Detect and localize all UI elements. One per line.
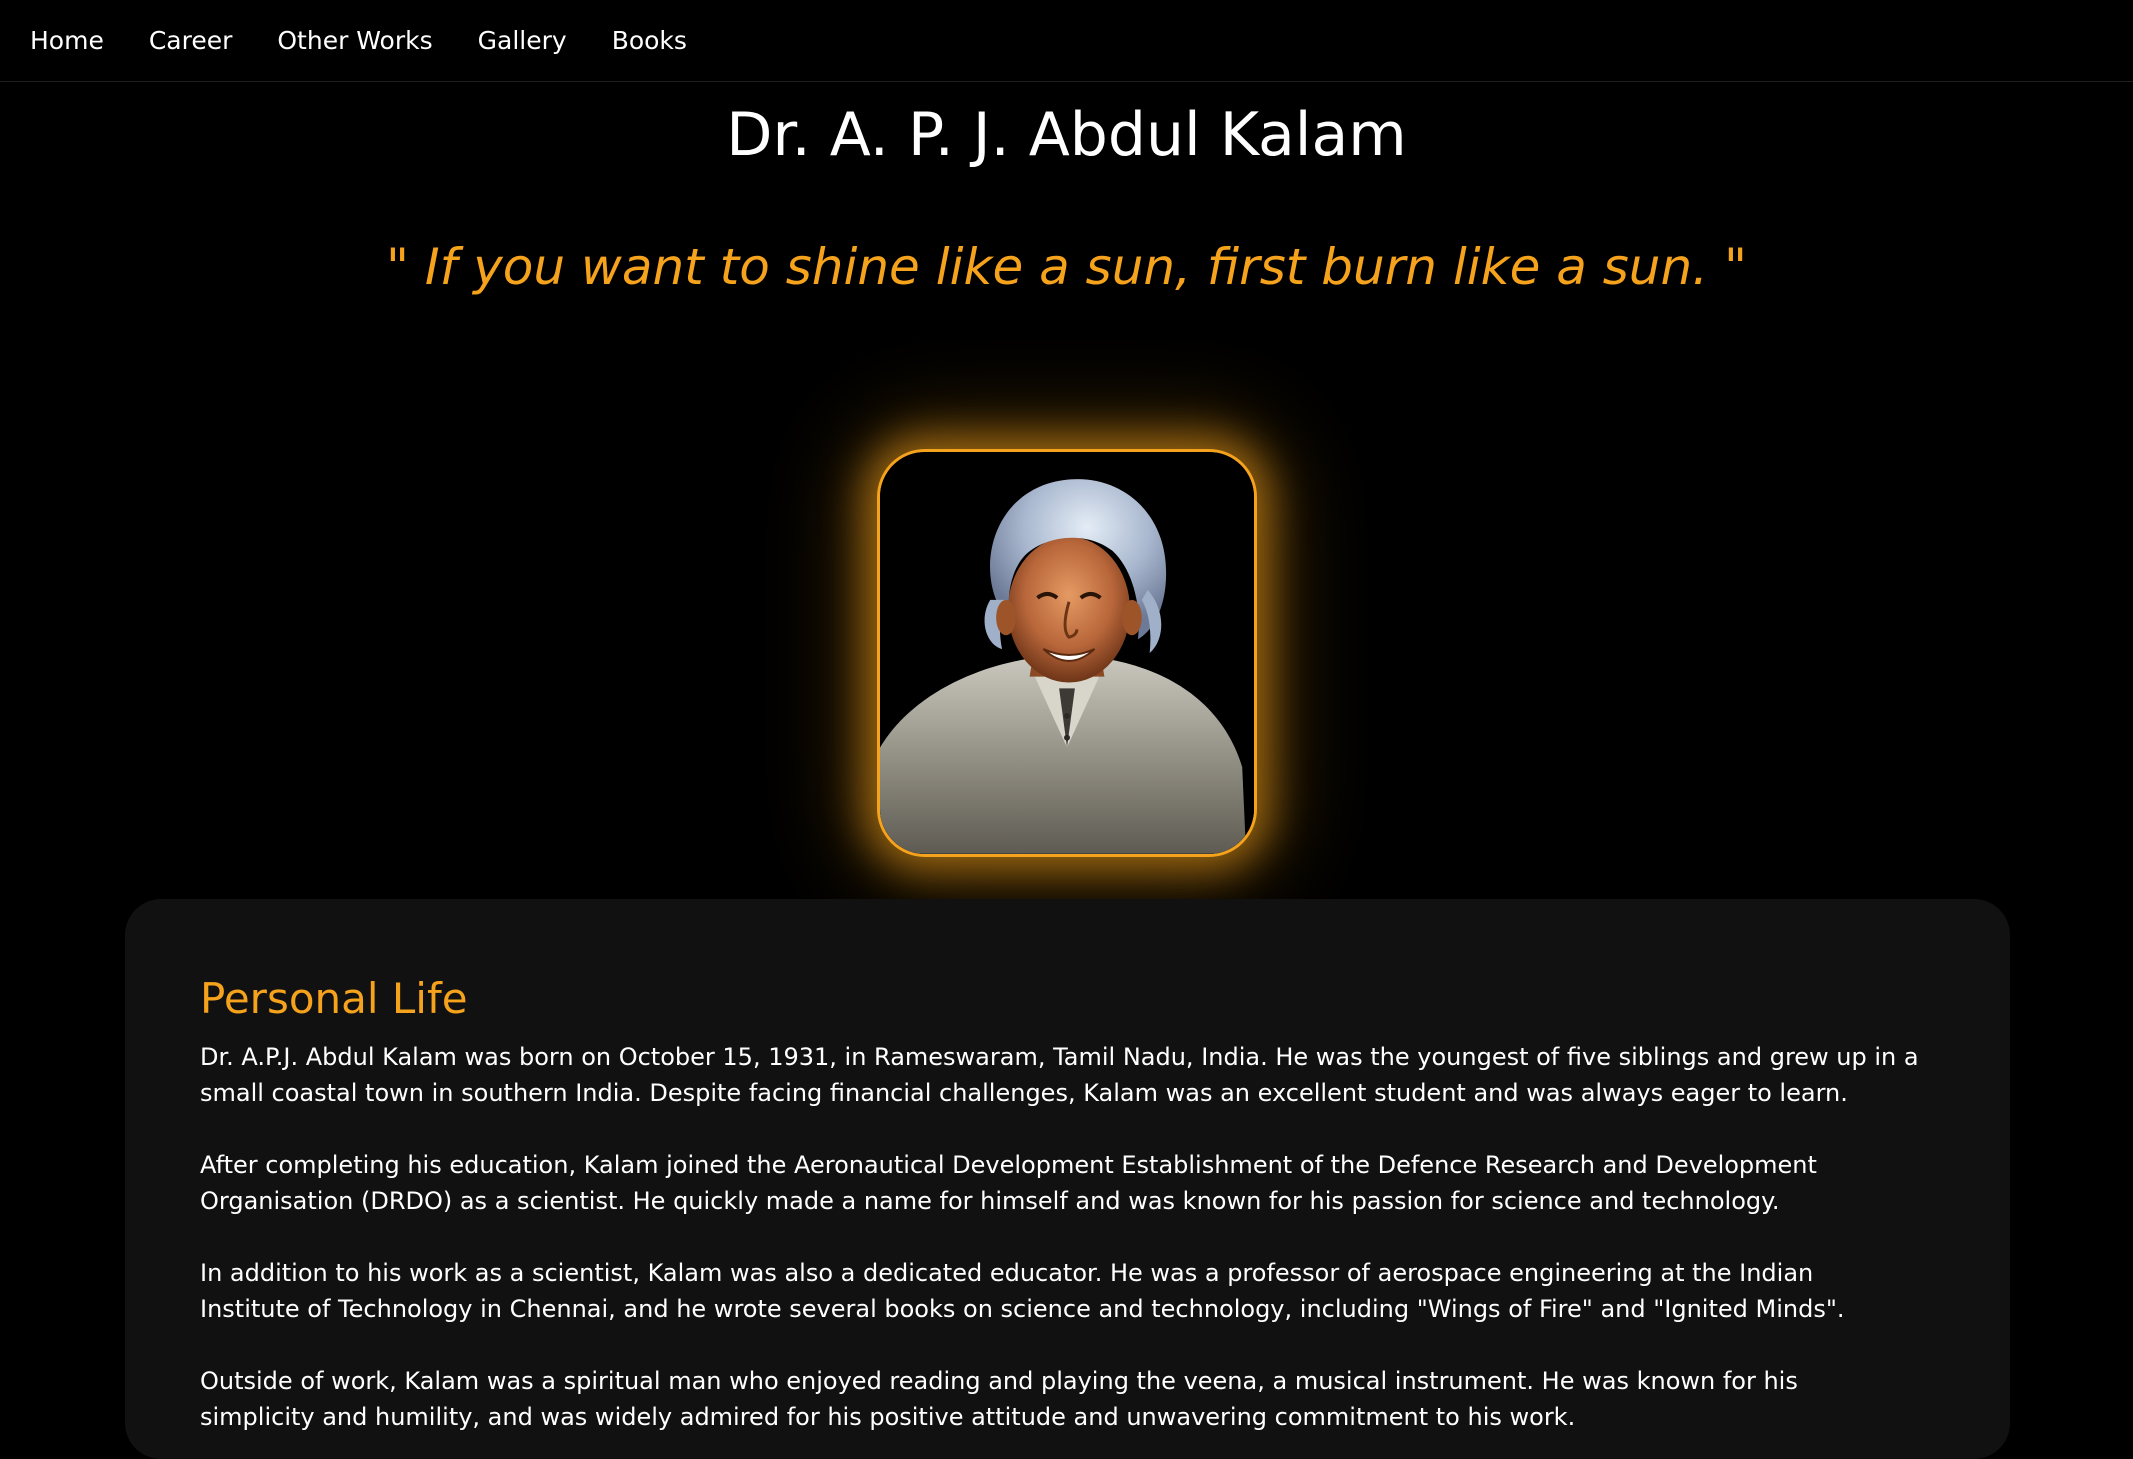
paragraph-birth: Dr. A.P.J. Abdul Kalam was born on Octob… — [200, 1043, 1919, 1107]
page-title: Dr. A. P. J. Abdul Kalam — [726, 100, 1407, 170]
top-navbar: Home Career Other Works Gallery Books — [0, 0, 2133, 82]
paragraph-educator: In addition to his work as a scientist, … — [200, 1259, 1845, 1323]
nav-link-career[interactable]: Career — [149, 26, 233, 55]
portrait-illustration — [880, 452, 1254, 854]
nav-link-gallery[interactable]: Gallery — [478, 26, 567, 55]
nav-link-other-works[interactable]: Other Works — [277, 26, 432, 55]
personal-life-card: Personal Life Dr. A.P.J. Abdul Kalam was… — [125, 899, 2010, 1459]
paragraph-spiritual: Outside of work, Kalam was a spiritual m… — [200, 1367, 1798, 1431]
nav-link-home[interactable]: Home — [30, 26, 104, 55]
quote-text: " If you want to shine like a sun, first… — [386, 238, 1747, 296]
portrait-image — [877, 449, 1257, 857]
nav-link-books[interactable]: Books — [612, 26, 687, 55]
section-heading: Personal Life — [200, 974, 468, 1023]
paragraph-career: After completing his education, Kalam jo… — [200, 1151, 1817, 1215]
